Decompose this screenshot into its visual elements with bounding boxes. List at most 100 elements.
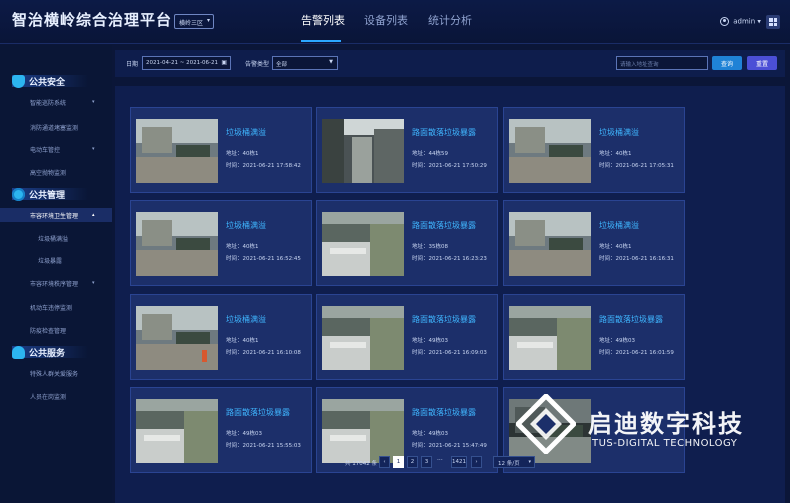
alarm-time: 时间：2021-06-21 16:01:59	[599, 350, 674, 356]
alarm-title[interactable]: 垃圾桶满溢	[599, 220, 639, 231]
sidebar-item-city-order[interactable]: 市容环境秩序管理	[30, 279, 78, 288]
filter-bar: 日期 2021-04-21 ~ 2021-06-21 ▣ 告警类型 全部 ▼ 请…	[115, 50, 785, 77]
alarm-title[interactable]: 路面散落垃圾暴露	[412, 220, 476, 231]
alarm-title[interactable]: 路面散落垃圾暴露	[226, 407, 290, 418]
sidebar-group-public-service[interactable]: 公共服务	[12, 346, 65, 359]
alarm-snapshot[interactable]	[322, 399, 404, 463]
tus-logo-icon	[516, 394, 576, 454]
user-icon	[720, 17, 729, 26]
pagination-page-3[interactable]: 3	[421, 456, 432, 468]
date-range-picker[interactable]: 2021-04-21 ~ 2021-06-21 ▣	[142, 56, 231, 70]
alarm-time: 时间：2021-06-21 16:10:08	[226, 350, 301, 356]
chevron-down-icon: ▾	[92, 99, 95, 105]
sidebar-item-fire-lane[interactable]: 消防通道堵塞监测	[30, 123, 78, 132]
sidebar-group-public-management[interactable]: 公共管理	[12, 188, 65, 201]
alarm-title[interactable]: 路面散落垃圾暴露	[412, 314, 476, 325]
user-name: admin	[733, 17, 756, 26]
chevron-down-icon: ▾	[92, 146, 95, 152]
sidebar-item-ebike[interactable]: 电动车管控	[30, 145, 60, 154]
chevron-down-icon: ▼	[329, 59, 333, 65]
alarm-address: 地址：40栋1	[599, 244, 632, 250]
alarm-type-value: 全部	[276, 62, 288, 68]
pagination-last-page[interactable]: 1421	[451, 456, 467, 468]
alarm-card[interactable]: 垃圾桶满溢 地址：40栋1 时间：2021-06-21 16:10:08	[130, 294, 312, 380]
alarm-card[interactable]: 路面散落垃圾暴露 地址：44栋59 时间：2021-06-21 17:50:29	[316, 107, 498, 193]
alarm-card[interactable]: 路面散落垃圾暴露地址：49栋03 时间：2021-06-21 16:01:59	[503, 294, 685, 380]
alarm-title[interactable]: 垃圾桶满溢	[226, 127, 266, 138]
date-range-value: 2021-04-21 ~ 2021-06-21	[146, 60, 219, 66]
alarm-snapshot[interactable]	[136, 119, 218, 183]
query-button[interactable]: 查询	[712, 56, 742, 70]
alarm-address: 地址：49栋03	[599, 338, 635, 344]
alarm-title[interactable]: 垃圾桶满溢	[226, 220, 266, 231]
alarm-time: 时间：2021-06-21 16:52:45	[226, 256, 301, 262]
alarm-title[interactable]: 路面散落垃圾暴露	[412, 127, 476, 138]
alarm-type-label: 告警类型	[245, 61, 270, 68]
tab-statistics[interactable]: 统计分析	[428, 12, 472, 28]
sidebar: 公共安全 智能巡防系统 ▾ 消防通道堵塞监测 电动车管控 ▾ 高空抛物监测 公共…	[0, 45, 112, 503]
sidebar-item-city-sanitation[interactable]: 市容环境卫生管理	[30, 211, 78, 220]
pagination-ellipsis: ···	[437, 457, 443, 464]
sidebar-item-smart-patrol[interactable]: 智能巡防系统	[30, 98, 66, 107]
alarm-type-select[interactable]: 全部 ▼	[272, 56, 338, 70]
pagination-total: 共 17042 条	[345, 461, 377, 467]
sidebar-group-public-safety[interactable]: 公共安全	[12, 75, 65, 88]
pagination-page-1[interactable]: 1	[393, 456, 404, 468]
pagination-prev-button[interactable]: ‹	[379, 456, 390, 468]
pagination-page-2[interactable]: 2	[407, 456, 418, 468]
active-tab-indicator	[301, 40, 341, 42]
page-size-select[interactable]: 12 条/页 ▾	[493, 456, 535, 468]
alarm-card[interactable]: 路面散落垃圾暴露 地址：49栋03 时间：2021-06-21 16:09:03	[316, 294, 498, 380]
apps-grid-icon[interactable]	[766, 15, 780, 29]
alarm-snapshot[interactable]	[136, 212, 218, 276]
alarm-snapshot[interactable]	[322, 119, 404, 183]
sidebar-item-bin-overflow[interactable]: 垃圾桶满溢	[38, 234, 68, 243]
sidebar-item-garbage-exposed[interactable]: 垃圾暴露	[38, 256, 62, 265]
reset-button[interactable]: 重置	[747, 56, 777, 70]
alarm-address: 地址：44栋59	[412, 151, 448, 157]
address-search-input[interactable]: 请输入地址查询	[616, 56, 708, 70]
app-title: 智治横岭综合治理平台	[12, 11, 173, 29]
alarm-address: 地址：49栋03	[226, 431, 262, 437]
alarm-card[interactable]: 垃圾桶满溢 地址：40栋1 时间：2021-06-21 16:52:45	[130, 200, 312, 286]
gear-icon	[12, 188, 25, 201]
chevron-up-icon: ▴	[92, 212, 95, 218]
tab-alarm-list[interactable]: 告警列表	[301, 12, 345, 28]
pagination-next-button[interactable]: ›	[471, 456, 482, 468]
alarm-title[interactable]: 路面散落垃圾暴露	[412, 407, 476, 418]
top-header: 智治横岭综合治理平台 横岭三区 ▾ 告警列表 设备列表 统计分析 admin ▾	[0, 0, 790, 44]
sidebar-item-falling-objects[interactable]: 高空抛物监测	[30, 168, 66, 177]
hands-icon	[12, 346, 25, 359]
alarm-snapshot[interactable]	[136, 306, 218, 370]
alarm-card[interactable]: 路面散落垃圾暴露 地址：35栋08 时间：2021-06-21 16:23:23	[316, 200, 498, 286]
chevron-down-icon: ▾	[528, 459, 531, 465]
user-menu[interactable]: admin ▾	[720, 17, 761, 26]
alarm-snapshot[interactable]	[322, 306, 404, 370]
chevron-down-icon: ▾	[92, 280, 95, 286]
alarm-time: 时间：2021-06-21 15:47:49	[412, 443, 487, 449]
alarm-title[interactable]: 路面散落垃圾暴露	[599, 314, 663, 325]
alarm-snapshot[interactable]	[136, 399, 218, 463]
alarm-time: 时间：2021-06-21 16:09:03	[412, 350, 487, 356]
sidebar-item-epidemic-check[interactable]: 防疫检查管理	[30, 326, 66, 335]
alarm-snapshot[interactable]	[322, 212, 404, 276]
sidebar-item-staff-on-duty[interactable]: 人员在岗监测	[30, 392, 66, 401]
alarm-title[interactable]: 垃圾桶满溢	[226, 314, 266, 325]
alarm-card[interactable]: 垃圾桶满溢 地址：40栋1 时间：2021-06-21 17:58:42	[130, 107, 312, 193]
alarm-card[interactable]: 垃圾桶满溢 地址：40栋1 时间：2021-06-21 17:05:31	[503, 107, 685, 193]
alarm-snapshot[interactable]	[509, 212, 591, 276]
alarm-snapshot[interactable]	[509, 119, 591, 183]
alarm-time: 时间：2021-06-21 17:58:42	[226, 163, 301, 169]
sidebar-item-illegal-parking[interactable]: 机动车违停监测	[30, 303, 72, 312]
alarm-card[interactable]: 垃圾桶满溢 地址：40栋1 时间：2021-06-21 16:16:31	[503, 200, 685, 286]
area-select[interactable]: 横岭三区 ▾	[174, 14, 214, 29]
alarm-title[interactable]: 垃圾桶满溢	[599, 127, 639, 138]
alarm-snapshot[interactable]	[509, 306, 591, 370]
sidebar-group-label: 公共安全	[29, 78, 66, 88]
sidebar-group-label: 公共管理	[29, 191, 66, 201]
alarm-card[interactable]: 路面散落垃圾暴露 地址：49栋03 时间：2021-06-21 15:55:03	[130, 387, 312, 473]
sidebar-group-label: 公共服务	[29, 349, 66, 359]
sidebar-item-special-care[interactable]: 特殊人群关爱服务	[30, 369, 78, 378]
watermark-brand-name: 启迪数字科技	[588, 410, 744, 438]
tab-device-list[interactable]: 设备列表	[364, 12, 408, 28]
